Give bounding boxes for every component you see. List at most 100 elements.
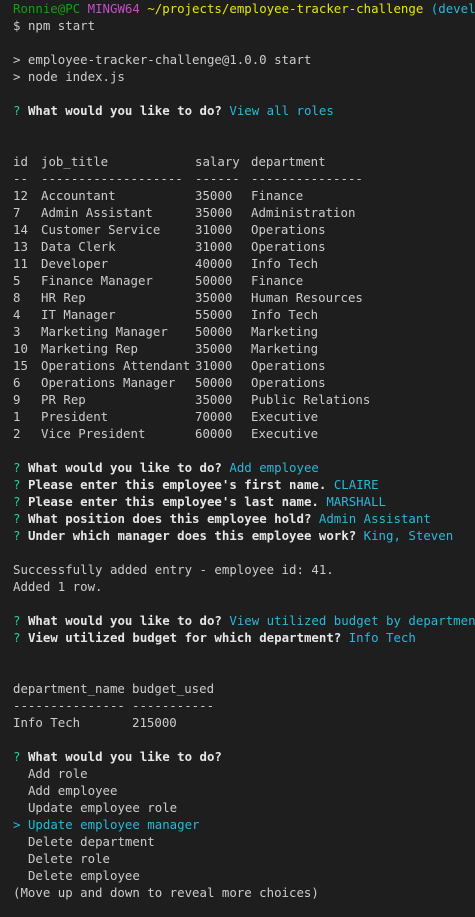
command-line: $ npm start: [13, 17, 475, 34]
answer-text: MARSHALL: [326, 494, 387, 509]
cell-department: Operations: [251, 375, 326, 390]
menu-item-label: Delete department: [27, 834, 155, 849]
cell-job-title: Accountant: [41, 188, 116, 203]
cell-id: 3: [13, 324, 21, 339]
menu-item-label: Delete role: [27, 851, 110, 866]
table-row: 8 HR Rep 35000 Human Resources: [13, 289, 475, 306]
cell-id: 9: [13, 392, 21, 407]
question-text: Under which manager does this employee w…: [27, 528, 357, 543]
cell-salary: 70000: [195, 409, 233, 424]
table-row: 12 Accountant 35000 Finance: [13, 187, 475, 204]
menu-item[interactable]: Add employee: [13, 782, 475, 799]
cell-department: Administration: [251, 205, 356, 220]
cell-id: 2: [13, 426, 21, 441]
menu-item[interactable]: Delete role: [13, 850, 475, 867]
user-host: Ronnie@PC: [13, 1, 81, 16]
header-budget-used: budget_used: [132, 681, 215, 696]
current-path: ~/projects/employee-tracker-challenge: [147, 1, 424, 16]
question-mark-icon: ?: [13, 460, 21, 475]
cell-salary: 35000: [195, 205, 233, 220]
header-department-name: department_name: [13, 681, 125, 696]
cell-job-title: Developer: [41, 256, 109, 271]
cell-job-title: Customer Service: [41, 222, 161, 237]
choice-menu[interactable]: Add role Add employee Update employee ro…: [13, 765, 475, 884]
pointer-icon: >: [13, 817, 21, 832]
table-separator: -- ------------------- ------ -------------…: [13, 171, 363, 186]
cell-department: Executive: [251, 426, 319, 441]
menu-item[interactable]: Add role: [13, 765, 475, 782]
cell-salary: 31000: [195, 358, 233, 373]
menu-item[interactable]: Update employee role: [13, 799, 475, 816]
cell-salary: 31000: [195, 222, 233, 237]
menu-item-label: Add employee: [27, 783, 118, 798]
cell-job-title: President: [41, 409, 109, 424]
question-text: Please enter this employee's last name.: [27, 494, 319, 509]
cell-salary: 35000: [195, 392, 233, 407]
pointer-icon: [13, 851, 20, 866]
dollar-sign: $: [13, 18, 21, 33]
question-line: ? Please enter this employee's first nam…: [13, 476, 475, 493]
cell-department: Operations: [251, 222, 326, 237]
question-text: What would you like to do?: [27, 460, 222, 475]
shell-name: MINGW64: [87, 1, 140, 16]
menu-item[interactable]: Delete employee: [13, 867, 475, 884]
success-message: Successfully added entry - employee id: …: [13, 562, 334, 577]
table-row: 14 Customer Service 31000 Operations: [13, 221, 475, 238]
rows-added-message: Added 1 row.: [13, 579, 103, 594]
table-row: 4 IT Manager 55000 Info Tech: [13, 306, 475, 323]
pointer-icon: [13, 766, 20, 781]
table-row: 7 Admin Assistant 35000 Administration: [13, 204, 475, 221]
question-line: ? What would you like to do?: [13, 748, 475, 765]
menu-hint: (Move up and down to reveal more choices…: [13, 885, 319, 900]
cell-salary: 50000: [195, 375, 233, 390]
table-row: 9 PR Rep 35000 Public Relations: [13, 391, 475, 408]
cell-department: Finance: [251, 188, 304, 203]
question-text: What would you like to do?: [27, 103, 222, 118]
table-row: 6 Operations Manager 50000 Operations: [13, 374, 475, 391]
cell-id: 4: [13, 307, 21, 322]
menu-item[interactable]: Delete department: [13, 833, 475, 850]
menu-item[interactable]: > Update employee manager: [13, 816, 475, 833]
cell-job-title: Admin Assistant: [41, 205, 153, 220]
cell-department: Marketing: [251, 324, 319, 339]
cell-id: 15: [13, 358, 28, 373]
menu-item-label: Delete employee: [27, 868, 140, 883]
cell-id: 11: [13, 256, 28, 271]
cell-id: 12: [13, 188, 28, 203]
cell-id: 13: [13, 239, 28, 254]
menu-item-label: Update employee manager: [27, 817, 200, 832]
cell-department: Operations: [251, 239, 326, 254]
table-row: 15 Operations Attendant 31000 Operations: [13, 357, 475, 374]
cell-department: Operations: [251, 358, 326, 373]
terminal-window[interactable]: Ronnie@PC MINGW64 ~/projects/employee-tr…: [0, 0, 475, 917]
cell-id: 14: [13, 222, 28, 237]
cell-department: Executive: [251, 409, 319, 424]
cell-salary: 60000: [195, 426, 233, 441]
menu-item-label: Update employee role: [27, 800, 178, 815]
table-row: Info Tech 215000: [13, 714, 475, 731]
cell-job-title: Operations Attendant: [41, 358, 191, 373]
cell-job-title: Marketing Rep: [41, 341, 138, 356]
question-line: ? What would you like to do? View utiliz…: [13, 612, 475, 629]
roles-table: id job_title salary department -- ----------…: [13, 153, 475, 442]
question-line: ? What would you like to do? Add employe…: [13, 459, 475, 476]
cell-salary: 40000: [195, 256, 233, 271]
header-id: id: [13, 154, 28, 169]
cell-job-title: Vice President: [41, 426, 146, 441]
table-separator: --------------- -----------: [13, 698, 215, 713]
question-mark-icon: ?: [13, 613, 21, 628]
cell-job-title: Marketing Manager: [41, 324, 168, 339]
cell-id: 6: [13, 375, 21, 390]
question-mark-icon: ?: [13, 528, 21, 543]
cell-budget-used: 215000: [132, 715, 177, 730]
table-header: department_name budget_used: [13, 680, 475, 697]
pointer-icon: [13, 868, 20, 883]
table-row: 3 Marketing Manager 50000 Marketing: [13, 323, 475, 340]
cell-job-title: HR Rep: [41, 290, 86, 305]
command-text: npm start: [27, 18, 96, 33]
cell-salary: 31000: [195, 239, 233, 254]
cell-job-title: IT Manager: [41, 307, 116, 322]
budget-table: department_name budget_used -------------…: [13, 680, 475, 731]
question-text: What would you like to do?: [27, 749, 222, 764]
menu-item-label: Add role: [27, 766, 88, 781]
